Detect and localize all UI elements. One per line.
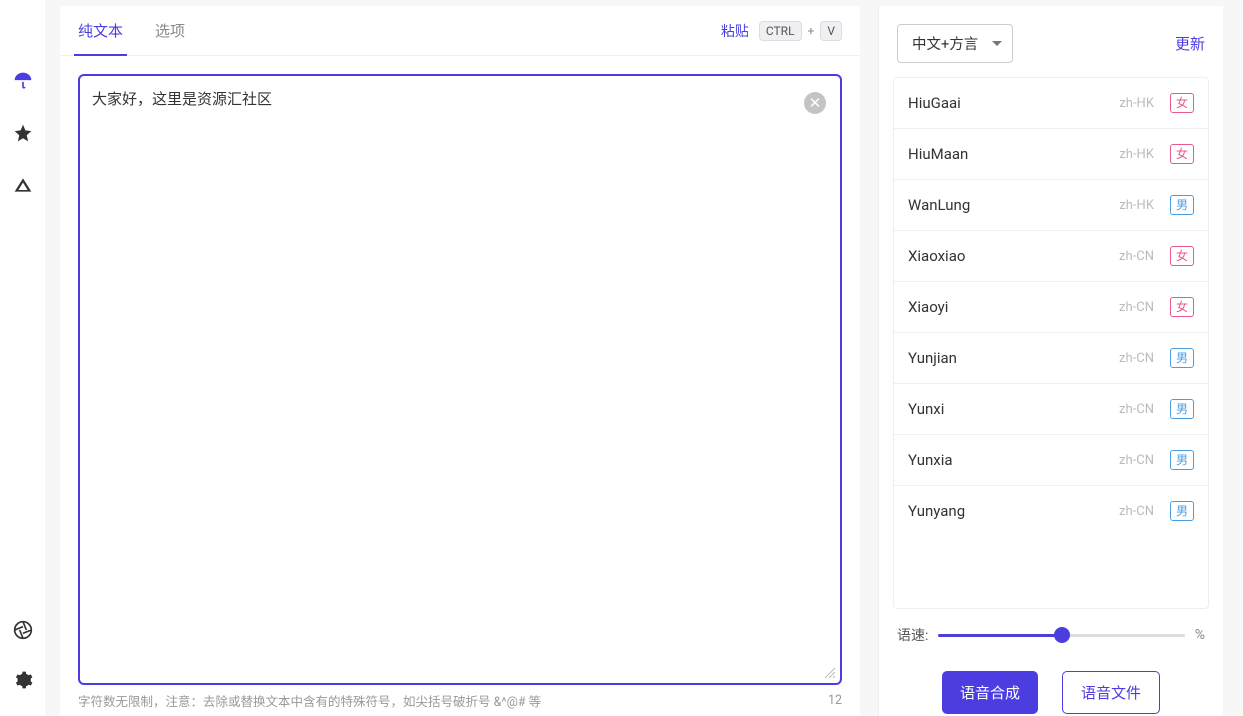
voice-row[interactable]: HiuGaaizh-HK 女 (894, 78, 1208, 129)
voice-row[interactable]: WanLungzh-HK 男 (894, 180, 1208, 231)
gender-tag: 女 (1170, 246, 1194, 266)
gender-tag: 男 (1170, 501, 1194, 521)
tab-options[interactable]: 选项 (155, 6, 185, 55)
tab-plain-text[interactable]: 纯文本 (78, 6, 123, 55)
close-icon: ✕ (809, 94, 822, 112)
sidebar (0, 0, 45, 716)
gear-icon[interactable] (12, 669, 34, 691)
voice-panel-header: 中文+方言 更新 (879, 6, 1223, 77)
voice-locale: zh-CN (1119, 300, 1154, 315)
slider-fill (938, 634, 1061, 637)
tabs-bar: 纯文本 选项 粘贴 CTRL + V (60, 6, 860, 56)
voice-locale: zh-CN (1119, 351, 1154, 366)
clear-button[interactable]: ✕ (804, 92, 826, 114)
text-panel: 纯文本 选项 粘贴 CTRL + V ✕ 字符数无限制，注意：去除或替换文本中含… (60, 6, 860, 716)
voice-name: Yunxia (908, 451, 1119, 469)
gender-tag: 女 (1170, 144, 1194, 164)
voice-locale: zh-CN (1119, 453, 1154, 468)
textarea-box: ✕ (78, 74, 842, 685)
star-icon[interactable] (12, 122, 34, 144)
voice-row[interactable]: Xiaoyizh-CN 女 (894, 282, 1208, 333)
speed-label: 语速: (897, 625, 928, 645)
voice-list[interactable]: HiuGaaizh-HK女HiuMaanzh-HK女WanLungzh-HK男X… (893, 77, 1209, 609)
gender-tag: 男 (1170, 195, 1194, 215)
textarea-wrapper: ✕ 字符数无限制，注意：去除或替换文本中含有的特殊符号，如尖括号破折号 &^@#… (60, 56, 860, 716)
key-v: V (820, 21, 842, 41)
voice-row[interactable]: Yunyangzh-CN 男 (894, 486, 1208, 536)
gender-tag: 男 (1170, 399, 1194, 419)
percent-suffix: % (1195, 627, 1205, 643)
voice-locale: zh-CN (1119, 504, 1154, 519)
voice-name: Yunxi (908, 400, 1119, 418)
gender-tag: 女 (1170, 93, 1194, 113)
voice-name: Yunjian (908, 349, 1119, 367)
gender-tag: 女 (1170, 297, 1194, 317)
aperture-icon[interactable] (12, 619, 34, 641)
voice-locale: zh-HK (1119, 96, 1154, 111)
voice-locale: zh-HK (1119, 198, 1154, 213)
paste-label[interactable]: 粘贴 (721, 21, 749, 41)
refresh-link[interactable]: 更新 (1175, 33, 1205, 54)
voice-row[interactable]: Xiaoxiaozh-CN 女 (894, 231, 1208, 282)
key-plus: + (808, 24, 815, 38)
voice-locale: zh-HK (1119, 147, 1154, 162)
key-ctrl: CTRL (759, 21, 802, 41)
voice-name: WanLung (908, 196, 1119, 214)
voice-row[interactable]: Yunxizh-CN 男 (894, 384, 1208, 435)
footer-row: 字符数无限制，注意：去除或替换文本中含有的特殊符号，如尖括号破折号 &^@# 等… (78, 691, 842, 710)
triangle-icon[interactable] (12, 174, 34, 196)
main-area: 纯文本 选项 粘贴 CTRL + V ✕ 字符数无限制，注意：去除或替换文本中含… (45, 0, 1243, 716)
voice-name: HiuGaai (908, 94, 1119, 112)
language-select-label: 中文+方言 (912, 33, 978, 54)
char-count: 12 (828, 693, 842, 708)
paste-hint: 粘贴 CTRL + V (721, 21, 842, 41)
footer-hint: 字符数无限制，注意：去除或替换文本中含有的特殊符号，如尖括号破折号 &^@# 等 (78, 691, 541, 710)
voice-row[interactable]: Yunjianzh-CN 男 (894, 333, 1208, 384)
text-input[interactable] (80, 76, 840, 683)
voice-panel: 中文+方言 更新 HiuGaaizh-HK女HiuMaanzh-HK女WanLu… (878, 6, 1223, 716)
voice-name: HiuMaan (908, 145, 1119, 163)
action-row: 语音合成 语音文件 (879, 661, 1223, 716)
voice-name: Xiaoyi (908, 298, 1119, 316)
language-select[interactable]: 中文+方言 (897, 24, 1013, 63)
speed-slider[interactable] (938, 632, 1184, 638)
voice-locale: zh-CN (1119, 402, 1154, 417)
voice-row[interactable]: Yunxiazh-CN 男 (894, 435, 1208, 486)
voice-name: Yunyang (908, 502, 1119, 520)
umbrella-icon[interactable] (12, 70, 34, 92)
gender-tag: 男 (1170, 348, 1194, 368)
synthesize-button[interactable]: 语音合成 (942, 671, 1038, 714)
chevron-down-icon (992, 41, 1002, 46)
voice-file-button[interactable]: 语音文件 (1062, 671, 1160, 714)
voice-locale: zh-CN (1119, 249, 1154, 264)
voice-name: Xiaoxiao (908, 247, 1119, 265)
speed-row: 语速: % (879, 609, 1223, 661)
voice-row[interactable]: HiuMaanzh-HK 女 (894, 129, 1208, 180)
gender-tag: 男 (1170, 450, 1194, 470)
slider-thumb[interactable] (1054, 627, 1070, 643)
